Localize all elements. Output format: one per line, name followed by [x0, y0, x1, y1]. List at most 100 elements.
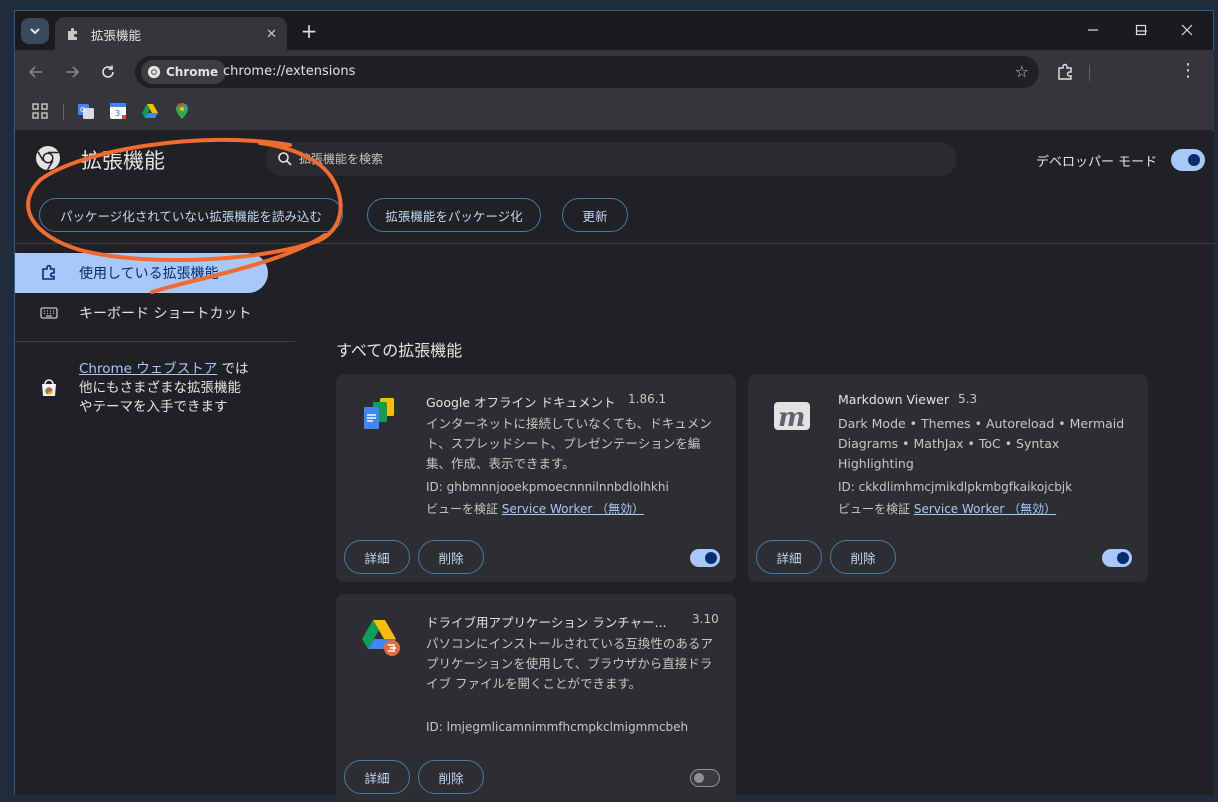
- remove-button[interactable]: 削除: [418, 760, 484, 794]
- tab-strip: 拡張機能 ✕ +: [15, 11, 1213, 51]
- search-icon: [278, 152, 292, 166]
- toolbar-divider: [1089, 65, 1090, 81]
- load-unpacked-button[interactable]: パッケージ化されていない拡張機能を読み込む: [39, 198, 343, 232]
- tab-extensions[interactable]: 拡張機能 ✕: [55, 17, 287, 51]
- maximize-button[interactable]: [1118, 18, 1164, 42]
- back-arrow-icon: [28, 66, 42, 78]
- developer-mode-label: デベロッパー モード: [1036, 155, 1158, 170]
- google-calendar-icon[interactable]: 3: [109, 102, 127, 120]
- extension-version: 5.3: [958, 392, 978, 406]
- minimize-icon: [1088, 29, 1098, 31]
- kebab-menu-icon[interactable]: ⋮: [1179, 60, 1197, 81]
- forward-button[interactable]: [61, 61, 83, 83]
- drive-app-launcher-icon: [362, 620, 400, 656]
- pack-extension-button[interactable]: 拡張機能をパッケージ化: [367, 198, 541, 232]
- tab-title: 拡張機能: [91, 27, 142, 43]
- extension-version: 3.10: [692, 612, 719, 626]
- inspect-label: ビューを検証: [838, 502, 911, 516]
- section-title: すべての拡張機能: [336, 341, 463, 360]
- close-window-button[interactable]: [1164, 18, 1210, 42]
- address-bar[interactable]: Chrome chrome://extensions ☆: [135, 56, 1039, 88]
- keyboard-icon: [39, 303, 59, 323]
- back-button[interactable]: [25, 61, 47, 83]
- extension-id: ID: lmjegmlicamnimmfhcmpkclmigmmcbeh: [426, 720, 689, 734]
- bookmarks-bar: G 3: [15, 94, 1214, 130]
- details-button[interactable]: 詳細: [756, 540, 822, 574]
- sidebar-item-keyboard-shortcuts[interactable]: キーボード ショートカット: [15, 293, 268, 333]
- webstore-text: やテーマを入手できます: [79, 399, 228, 415]
- extension-card: ドライブ用アプリケーション ランチャー... 3.10 パソコンにインストールさ…: [336, 594, 736, 802]
- forward-arrow-icon: [66, 66, 80, 78]
- sidebar-item-my-extensions[interactable]: 使用している拡張機能: [15, 253, 268, 293]
- extension-card: m Markdown Viewer 5.3 Dark Mode • Themes…: [748, 374, 1148, 582]
- remove-button[interactable]: 削除: [418, 540, 484, 574]
- url-text[interactable]: chrome://extensions: [223, 64, 355, 79]
- search-input[interactable]: [299, 142, 939, 176]
- close-icon: [1181, 24, 1193, 36]
- service-worker-link[interactable]: Service Worker （無効）: [502, 502, 644, 516]
- site-info-chip[interactable]: Chrome: [141, 60, 227, 84]
- remove-button[interactable]: 削除: [830, 540, 896, 574]
- maximize-icon: [1135, 24, 1147, 36]
- reload-button[interactable]: [97, 61, 119, 83]
- chrome-logo-icon: [147, 65, 161, 79]
- new-tab-button[interactable]: +: [297, 19, 321, 43]
- google-docs-offline-icon: [364, 398, 394, 429]
- developer-mode-toggle[interactable]: [1171, 149, 1205, 171]
- extension-enable-toggle[interactable]: [1102, 549, 1132, 567]
- extension-id: ID: ckkdlimhmcjmikdlpkmbgfkaikojcbjk: [838, 480, 1073, 494]
- reload-icon: [102, 65, 114, 78]
- webstore-text: では: [217, 361, 249, 377]
- page-title: 拡張機能: [81, 149, 165, 173]
- google-translate-icon[interactable]: G: [77, 102, 95, 120]
- webstore-promo: Chrome ウェブストア では 他にもさまざまな拡張機能 やテーマを入手できま…: [39, 360, 269, 417]
- chrome-web-store-icon: [42, 379, 56, 396]
- svg-text:G: G: [80, 106, 85, 114]
- markdown-viewer-icon: m: [774, 402, 810, 433]
- svg-text:3: 3: [115, 109, 120, 118]
- sidebar-item-label: 使用している拡張機能: [79, 266, 219, 282]
- extension-search[interactable]: [265, 142, 957, 176]
- sidebar: 使用している拡張機能 キーボード ショートカット Chrome ウェブストア で…: [15, 244, 295, 795]
- svg-text:m: m: [778, 403, 806, 433]
- extension-name: ドライブ用アプリケーション ランチャー...: [426, 615, 667, 630]
- service-worker-link[interactable]: Service Worker （無効）: [914, 502, 1056, 516]
- extension-description: パソコンにインストールされている互換性のあるアプリケーションを使用して、ブラウザ…: [426, 636, 713, 691]
- inspect-label: ビューを検証: [426, 502, 499, 516]
- bookmark-star-icon[interactable]: ☆: [1015, 62, 1029, 81]
- toolbar: Chrome chrome://extensions ☆ ⋮: [15, 50, 1214, 94]
- apps-grid-icon[interactable]: [31, 102, 49, 120]
- chip-label: Chrome: [166, 65, 219, 79]
- extension-description: Dark Mode • Themes • Autoreload • Mermai…: [838, 416, 1125, 471]
- extension-version: 1.86.1: [628, 392, 667, 406]
- sidebar-divider: [15, 341, 295, 342]
- extensions-page: 拡張機能 デベロッパー モード パッケージ化されていない拡張機能を読み込む 拡張…: [15, 131, 1215, 802]
- extension-name: Google オフライン ドキュメント: [426, 395, 616, 410]
- extension-description: インターネットに接続していなくても、ドキュメント、スプレッドシート、プレゼンテー…: [426, 416, 712, 471]
- google-maps-icon[interactable]: [173, 102, 191, 120]
- puzzle-icon: [39, 263, 59, 283]
- extension-id: ID: ghbmnnjooekpmoecnnnilnnbdlolhkhi: [426, 480, 669, 494]
- extension-name: Markdown Viewer: [838, 392, 950, 407]
- details-button[interactable]: 詳細: [344, 760, 410, 794]
- puzzle-icon: [65, 26, 81, 42]
- google-drive-icon[interactable]: [141, 102, 159, 120]
- page-header: 拡張機能 デベロッパー モード パッケージ化されていない拡張機能を読み込む 拡張…: [15, 131, 1215, 244]
- inspect-views: ビューを検証 Service Worker （無効）: [838, 500, 1056, 517]
- extensions-puzzle-icon[interactable]: [1055, 62, 1075, 82]
- inspect-views: ビューを検証 Service Worker （無効）: [426, 500, 644, 517]
- minimize-button[interactable]: [1070, 18, 1116, 42]
- update-button[interactable]: 更新: [562, 198, 628, 232]
- extension-card: Google オフライン ドキュメント 1.86.1 インターネットに接続してい…: [336, 374, 736, 582]
- webstore-link[interactable]: Chrome ウェブストア: [79, 361, 217, 377]
- chevron-down-icon: [30, 28, 40, 35]
- webstore-text: 他にもさまざまな拡張機能: [79, 380, 241, 396]
- details-button[interactable]: 詳細: [344, 540, 410, 574]
- tab-search-button[interactable]: [21, 18, 49, 44]
- chrome-logo-icon: [36, 146, 60, 171]
- extension-enable-toggle[interactable]: [690, 769, 720, 787]
- bookmark-divider: [63, 104, 64, 120]
- close-tab-icon[interactable]: ✕: [266, 27, 277, 42]
- extension-enable-toggle[interactable]: [690, 549, 720, 567]
- sidebar-item-label: キーボード ショートカット: [79, 306, 252, 322]
